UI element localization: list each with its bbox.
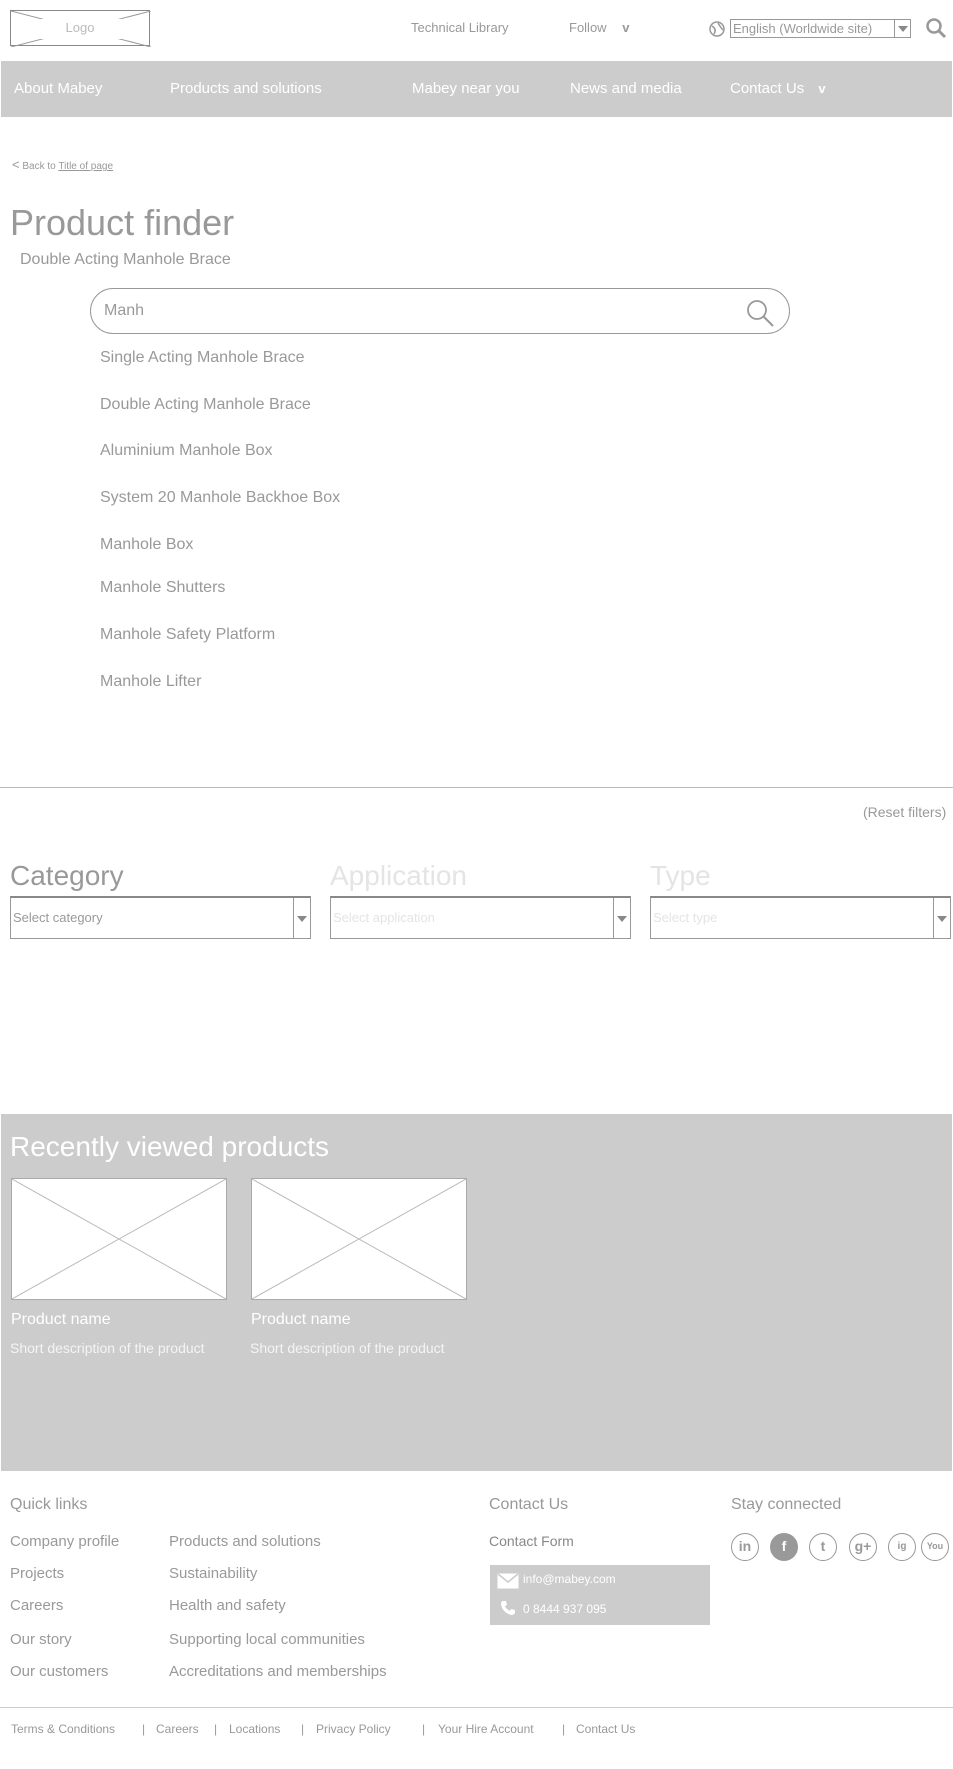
- google-plus-icon[interactable]: g+: [849, 1533, 877, 1561]
- contact-us-link[interactable]: Contact Us: [576, 1722, 635, 1736]
- breadcrumb-link[interactable]: Title of page: [58, 161, 113, 172]
- linkedin-icon[interactable]: in: [731, 1533, 759, 1561]
- separator: |: [422, 1722, 426, 1736]
- category-label: Category: [10, 860, 124, 891]
- separator: |: [301, 1722, 305, 1736]
- contact-phone[interactable]: 0 8444 937 095: [523, 1602, 606, 1616]
- footer-link[interactable]: Sustainability: [169, 1565, 257, 1582]
- separator: |: [214, 1722, 218, 1736]
- divider: [0, 787, 953, 788]
- product-description: Short description of the product: [250, 1340, 445, 1356]
- main-nav: About Mabey Products and solutions Mabey…: [1, 61, 952, 117]
- search-input-value: Manh: [104, 302, 145, 319]
- nav-item-contact[interactable]: Contact Us v: [730, 80, 826, 97]
- nav-item-products[interactable]: Products and solutions: [170, 80, 322, 97]
- product-image[interactable]: [251, 1178, 467, 1300]
- category-select[interactable]: Select category: [10, 896, 311, 939]
- nav-item-about[interactable]: About Mabey: [14, 80, 102, 97]
- footer-link[interactable]: Accreditations and memberships: [169, 1663, 387, 1680]
- footer-link[interactable]: Our customers: [10, 1663, 108, 1680]
- chevron-down-icon: [933, 898, 950, 939]
- footer-link[interactable]: Projects: [10, 1565, 64, 1582]
- product-search-input[interactable]: Manh: [90, 288, 790, 334]
- suggestion-item[interactable]: Aluminium Manhole Box: [100, 442, 273, 460]
- footer-link[interactable]: Supporting local communities: [169, 1631, 365, 1648]
- breadcrumb-prefix: Back to: [22, 161, 56, 172]
- contact-email[interactable]: info@mabey.com: [523, 1572, 616, 1586]
- instagram-icon[interactable]: ig: [888, 1533, 916, 1561]
- category-placeholder: Select category: [13, 910, 103, 925]
- application-select[interactable]: Select application: [330, 896, 631, 939]
- image-placeholder-icon: [12, 1179, 226, 1299]
- contact-title: Contact Us: [489, 1496, 569, 1513]
- search-icon[interactable]: [925, 17, 947, 44]
- twitter-icon[interactable]: t: [809, 1533, 837, 1561]
- suggestion-item[interactable]: System 20 Manhole Backhoe Box: [100, 489, 340, 507]
- logo-text: Logo: [65, 20, 95, 35]
- footer-link[interactable]: Careers: [10, 1597, 63, 1614]
- chevron-down-icon: [293, 898, 310, 939]
- quick-links-title: Quick links: [10, 1496, 88, 1513]
- suggestion-item[interactable]: Manhole Shutters: [100, 579, 225, 597]
- chevron-down-icon: v: [622, 20, 630, 35]
- privacy-link[interactable]: Privacy Policy: [316, 1722, 391, 1736]
- envelope-icon: [497, 1573, 519, 1589]
- suggestion-item[interactable]: Single Acting Manhole Brace: [100, 349, 305, 367]
- follow-label: Follow: [569, 20, 607, 35]
- footer-divider: [0, 1707, 953, 1708]
- page-subtitle: Double Acting Manhole Brace: [20, 251, 231, 268]
- recently-viewed-title: Recently viewed products: [10, 1131, 330, 1162]
- locations-link[interactable]: Locations: [229, 1722, 280, 1736]
- contact-box: info@mabey.com 0 8444 937 095: [490, 1565, 710, 1625]
- application-placeholder: Select application: [333, 910, 435, 925]
- logo[interactable]: Logo: [10, 10, 151, 47]
- contact-form-link[interactable]: Contact Form: [489, 1533, 574, 1549]
- type-placeholder: Select type: [653, 910, 718, 925]
- product-name[interactable]: Product name: [251, 1311, 351, 1329]
- language-select[interactable]: English (Worldwide site): [730, 19, 911, 38]
- chevron-down-icon: v: [818, 81, 826, 96]
- chevron-left-icon: <: [12, 157, 20, 172]
- product-description: Short description of the product: [10, 1340, 205, 1356]
- page-title: Product finder: [10, 202, 235, 243]
- facebook-icon[interactable]: f: [770, 1533, 798, 1561]
- separator: |: [142, 1722, 146, 1736]
- footer-link[interactable]: Products and solutions: [169, 1533, 321, 1550]
- language-value: English (Worldwide site): [733, 21, 873, 36]
- breadcrumb: < Back to Title of page: [12, 157, 113, 172]
- suggestion-item[interactable]: Manhole Safety Platform: [100, 626, 275, 644]
- image-placeholder-icon: [252, 1179, 466, 1299]
- stay-connected-title: Stay connected: [731, 1496, 842, 1513]
- phone-icon: [501, 1601, 515, 1615]
- footer-link[interactable]: Our story: [10, 1631, 72, 1648]
- careers-link[interactable]: Careers: [156, 1722, 199, 1736]
- chevron-down-icon: [613, 898, 630, 939]
- reset-filters-link[interactable]: (Reset filters): [863, 804, 946, 820]
- type-select[interactable]: Select type: [650, 896, 951, 939]
- footer-link[interactable]: Company profile: [10, 1533, 119, 1550]
- suggestion-item[interactable]: Manhole Box: [100, 536, 193, 554]
- globe-icon: [708, 20, 726, 43]
- follow-dropdown[interactable]: Follow v: [569, 20, 629, 35]
- product-name[interactable]: Product name: [11, 1311, 111, 1329]
- suggestion-item[interactable]: Double Acting Manhole Brace: [100, 396, 311, 414]
- application-label: Application: [330, 860, 467, 891]
- nav-item-near-you[interactable]: Mabey near you: [412, 80, 520, 97]
- footer-link[interactable]: Health and safety: [169, 1597, 286, 1614]
- youtube-icon[interactable]: You: [921, 1533, 949, 1561]
- technical-library-link[interactable]: Technical Library: [411, 20, 509, 35]
- product-image[interactable]: [11, 1178, 227, 1300]
- chevron-down-icon: [894, 20, 910, 37]
- separator: |: [562, 1722, 566, 1736]
- terms-link[interactable]: Terms & Conditions: [11, 1722, 115, 1736]
- nav-item-contact-label: Contact Us: [730, 80, 805, 97]
- hire-account-link[interactable]: Your Hire Account: [438, 1722, 534, 1736]
- search-icon[interactable]: [745, 298, 775, 328]
- suggestion-item[interactable]: Manhole Lifter: [100, 673, 201, 691]
- type-label: Type: [650, 860, 711, 891]
- nav-item-news[interactable]: News and media: [570, 80, 682, 97]
- recently-viewed-section: Recently viewed products Product name Sh…: [1, 1114, 952, 1471]
